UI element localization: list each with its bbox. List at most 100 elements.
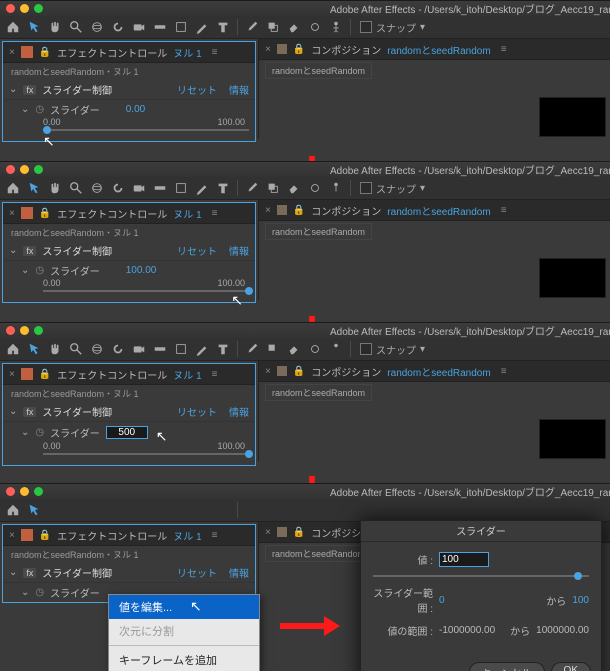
rotate-tool-icon[interactable] [109, 18, 127, 36]
effect-name[interactable]: スライダー制御 [42, 565, 112, 580]
close-window-icon[interactable] [6, 487, 15, 496]
lock-icon[interactable]: 🔒 [293, 527, 305, 538]
zoom-tool-icon[interactable] [67, 18, 85, 36]
reset-link[interactable]: リセット [177, 404, 217, 419]
orbit-tool-icon[interactable] [88, 179, 106, 197]
composition-viewer[interactable] [539, 97, 606, 137]
hand-tool-icon[interactable] [46, 501, 64, 519]
zoom-tool-icon[interactable] [67, 179, 85, 197]
orbit-tool-icon[interactable] [88, 340, 106, 358]
hand-tool-icon[interactable] [46, 340, 64, 358]
dialog-range-min[interactable]: 0 [439, 595, 445, 606]
fx-badge[interactable]: fx [23, 407, 36, 417]
panel-menu-icon[interactable]: ≡ [501, 366, 507, 377]
camera-tool-icon[interactable] [130, 179, 148, 197]
pen-tool-icon[interactable] [193, 179, 211, 197]
effect-name[interactable]: スライダー制御 [42, 243, 112, 258]
lock-icon[interactable]: 🔒 [39, 530, 51, 541]
roto-tool-icon[interactable] [306, 18, 324, 36]
text-tool-icon[interactable] [214, 501, 232, 519]
eraser-tool-icon[interactable] [285, 340, 303, 358]
text-tool-icon[interactable] [214, 179, 232, 197]
eraser-tool-icon[interactable] [285, 18, 303, 36]
minimize-window-icon[interactable] [20, 4, 29, 13]
comp-pill[interactable]: randomとseedRandom [265, 223, 372, 240]
camera-tool-icon[interactable] [130, 340, 148, 358]
dialog-slider-thumb[interactable] [574, 572, 582, 580]
home-icon[interactable] [4, 179, 22, 197]
snap-checkbox[interactable] [360, 343, 372, 355]
panel-target-link[interactable]: ヌル 1 [173, 367, 201, 382]
eraser-tool-icon[interactable] [285, 179, 303, 197]
panel-close-icon[interactable]: × [9, 208, 15, 219]
panel-target-link[interactable]: ヌル 1 [173, 206, 201, 221]
rotate-tool-icon[interactable] [109, 501, 127, 519]
menu-item-add-keyframe[interactable]: キーフレームを追加 [109, 648, 259, 671]
minimize-window-icon[interactable] [20, 326, 29, 335]
pan-behind-tool-icon[interactable] [151, 18, 169, 36]
panel-menu-icon[interactable]: ≡ [212, 208, 218, 219]
chevron-down-icon[interactable]: ⌄ [21, 104, 29, 115]
puppet-tool-icon[interactable] [327, 179, 345, 197]
panel-menu-icon[interactable]: ≡ [212, 369, 218, 380]
panel-target-link[interactable]: ヌル 1 [173, 528, 201, 543]
panel-menu-icon[interactable]: ≡ [501, 44, 507, 55]
stopwatch-icon[interactable]: ◷ [35, 104, 44, 115]
info-link[interactable]: 情報 [229, 82, 249, 97]
home-icon[interactable] [4, 340, 22, 358]
puppet-tool-icon[interactable] [327, 340, 345, 358]
selection-tool-icon[interactable] [25, 179, 43, 197]
clone-tool-icon[interactable] [264, 501, 282, 519]
comp-pill[interactable]: randomとseedRandom [265, 62, 372, 79]
slider-value[interactable]: 100.00 [126, 265, 157, 276]
zoom-window-icon[interactable] [34, 326, 43, 335]
slider-track[interactable] [43, 129, 249, 131]
panel-close-icon[interactable]: × [9, 369, 15, 380]
reset-link[interactable]: リセット [177, 243, 217, 258]
hand-tool-icon[interactable] [46, 179, 64, 197]
snap-checkbox[interactable] [360, 182, 372, 194]
rotate-tool-icon[interactable] [109, 179, 127, 197]
text-tool-icon[interactable] [214, 340, 232, 358]
shape-tool-icon[interactable] [172, 501, 190, 519]
chevron-down-icon[interactable]: ⌄ [21, 427, 29, 438]
pen-tool-icon[interactable] [193, 340, 211, 358]
fx-badge[interactable]: fx [23, 85, 36, 95]
shape-tool-icon[interactable] [172, 179, 190, 197]
slider-thumb[interactable] [245, 450, 253, 458]
slider-thumb[interactable] [245, 287, 253, 295]
effect-name[interactable]: スライダー制御 [42, 404, 112, 419]
lock-icon[interactable]: 🔒 [39, 208, 51, 219]
panel-close-icon[interactable]: × [265, 527, 271, 538]
orbit-tool-icon[interactable] [88, 18, 106, 36]
slider-track[interactable] [43, 290, 249, 292]
info-link[interactable]: 情報 [229, 404, 249, 419]
fx-badge[interactable]: fx [23, 568, 36, 578]
selection-tool-icon[interactable] [25, 340, 43, 358]
chevron-down-icon[interactable]: ⌄ [9, 84, 17, 95]
stopwatch-icon[interactable]: ◷ [35, 427, 44, 438]
menu-item-edit-value[interactable]: 値を編集... [109, 595, 259, 619]
minimize-window-icon[interactable] [20, 165, 29, 174]
brush-tool-icon[interactable] [243, 18, 261, 36]
home-icon[interactable] [4, 18, 22, 36]
chevron-down-icon[interactable]: ⌄ [21, 265, 29, 276]
lock-icon[interactable]: 🔒 [293, 366, 305, 377]
chevron-down-icon[interactable]: ⌄ [9, 406, 17, 417]
chevron-down-icon[interactable]: ⌄ [21, 587, 29, 598]
dialog-value-input[interactable] [439, 552, 489, 567]
slider-track[interactable] [43, 453, 249, 455]
comp-name-link[interactable]: randomとseedRandom [387, 203, 490, 218]
clone-tool-icon[interactable] [264, 18, 282, 36]
roto-tool-icon[interactable] [306, 340, 324, 358]
zoom-window-icon[interactable] [34, 487, 43, 496]
camera-tool-icon[interactable] [130, 18, 148, 36]
composition-viewer[interactable] [539, 419, 606, 459]
comp-pill[interactable]: randomとseedRandom [265, 545, 372, 562]
clone-tool-icon[interactable] [264, 340, 282, 358]
panel-close-icon[interactable]: × [265, 366, 271, 377]
clone-tool-icon[interactable] [264, 179, 282, 197]
panel-menu-icon[interactable]: ≡ [501, 205, 507, 216]
reset-link[interactable]: リセット [177, 82, 217, 97]
stopwatch-icon[interactable]: ◷ [35, 265, 44, 276]
